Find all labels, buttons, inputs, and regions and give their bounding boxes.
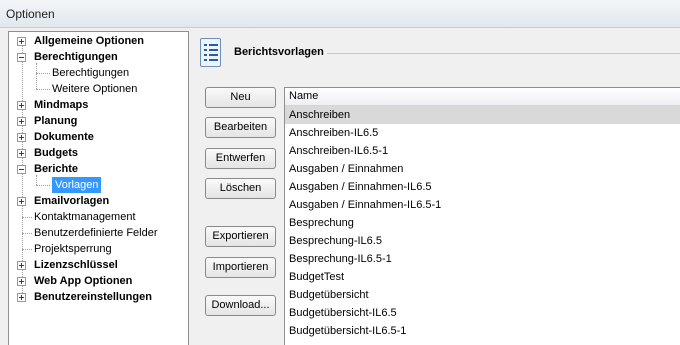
edit-button[interactable]: Bearbeiten <box>205 117 276 138</box>
list-item[interactable]: Anschreiben <box>285 106 680 124</box>
tree-connector <box>36 73 50 74</box>
tree-item-label: Emailvorlagen <box>34 195 110 207</box>
list-column-header[interactable]: Name <box>285 88 680 106</box>
delete-button[interactable]: Löschen <box>205 178 276 199</box>
list-item[interactable]: Anschreiben-IL6.5 <box>285 124 680 142</box>
tree-connector <box>36 89 50 90</box>
tree-item-label: Kontaktmanagement <box>34 211 136 223</box>
design-button[interactable]: Entwerfen <box>205 148 276 169</box>
tree-connector <box>36 185 50 186</box>
list-item[interactable]: Ausgaben / Einnahmen-IL6.5 <box>285 178 680 196</box>
collapse-icon[interactable] <box>17 53 26 62</box>
list-item[interactable]: Ausgaben / Einnahmen <box>285 160 680 178</box>
tree-connector <box>22 249 32 250</box>
new-button[interactable]: Neu <box>205 87 276 108</box>
expand-icon[interactable] <box>17 277 26 286</box>
tree-item-label: Berichte <box>34 163 79 175</box>
tree-item-label: Planung <box>34 115 78 127</box>
tree-item-label: Berechtigungen <box>34 51 118 63</box>
tree-item-label: Benutzerdefinierte Felder <box>34 227 158 239</box>
list-item[interactable]: Budgetübersicht-IL6.5 <box>285 304 680 322</box>
expand-icon[interactable] <box>17 133 26 142</box>
expand-icon[interactable] <box>17 149 26 158</box>
list-item[interactable]: Besprechung-IL6.5-1 <box>285 250 680 268</box>
tree-item-label: Weitere Optionen <box>52 83 138 95</box>
report-template-icon <box>200 38 221 67</box>
template-list[interactable]: Name Anschreiben Anschreiben-IL6.5 Anschre… <box>284 87 680 345</box>
list-item[interactable]: Budgetübersicht <box>285 286 680 304</box>
export-button[interactable]: Exportieren <box>205 226 276 247</box>
list-item[interactable]: Anschreiben-IL6.5-1 <box>285 142 680 160</box>
list-item[interactable]: BudgetTest <box>285 268 680 286</box>
tree-item-label: Lizenzschlüssel <box>34 259 118 271</box>
options-tree[interactable]: Allgemeine Optionen Berechtigungen Berecht… <box>8 31 189 345</box>
tree-connector <box>22 233 32 234</box>
list-item[interactable]: Besprechung <box>285 214 680 232</box>
list-item[interactable]: Ausgaben / Einnahmen-IL6.5-1 <box>285 196 680 214</box>
tree-item-label: Mindmaps <box>34 99 89 111</box>
expand-icon[interactable] <box>17 101 26 110</box>
tree-connector <box>22 217 32 218</box>
download-button[interactable]: Download... <box>205 295 276 316</box>
tree-item-label: Berechtigungen <box>52 67 130 79</box>
expand-icon[interactable] <box>17 117 26 126</box>
list-item[interactable]: Budgetübersicht-IL6.5-1 <box>285 322 680 340</box>
expand-icon[interactable] <box>17 293 26 302</box>
import-button[interactable]: Importieren <box>205 257 276 278</box>
expand-icon[interactable] <box>17 37 26 46</box>
tree-item-label: Benutzereinstellungen <box>34 291 152 303</box>
tree-connector <box>36 63 37 89</box>
list-item[interactable]: Besprechung-IL6.5 <box>285 232 680 250</box>
tree-item-label: Dokumente <box>34 131 94 143</box>
tree-item-label: Budgets <box>34 147 78 159</box>
tree-item-label: Projektsperrung <box>34 243 112 255</box>
title-bar[interactable]: Optionen <box>0 0 680 28</box>
section-title: Berichtsvorlagen <box>234 46 327 58</box>
tree-item-label: Allgemeine Optionen <box>34 35 145 47</box>
tree-item-label: Vorlagen <box>52 177 102 193</box>
column-name-label: Name <box>289 90 319 102</box>
window-title: Optionen <box>6 7 55 21</box>
options-window: Optionen Allgemeine Optionen Berechtigung… <box>0 0 680 345</box>
collapse-icon[interactable] <box>17 165 26 174</box>
tree-item-label: Web App Optionen <box>34 275 133 287</box>
expand-icon[interactable] <box>17 197 26 206</box>
expand-icon[interactable] <box>17 261 26 270</box>
